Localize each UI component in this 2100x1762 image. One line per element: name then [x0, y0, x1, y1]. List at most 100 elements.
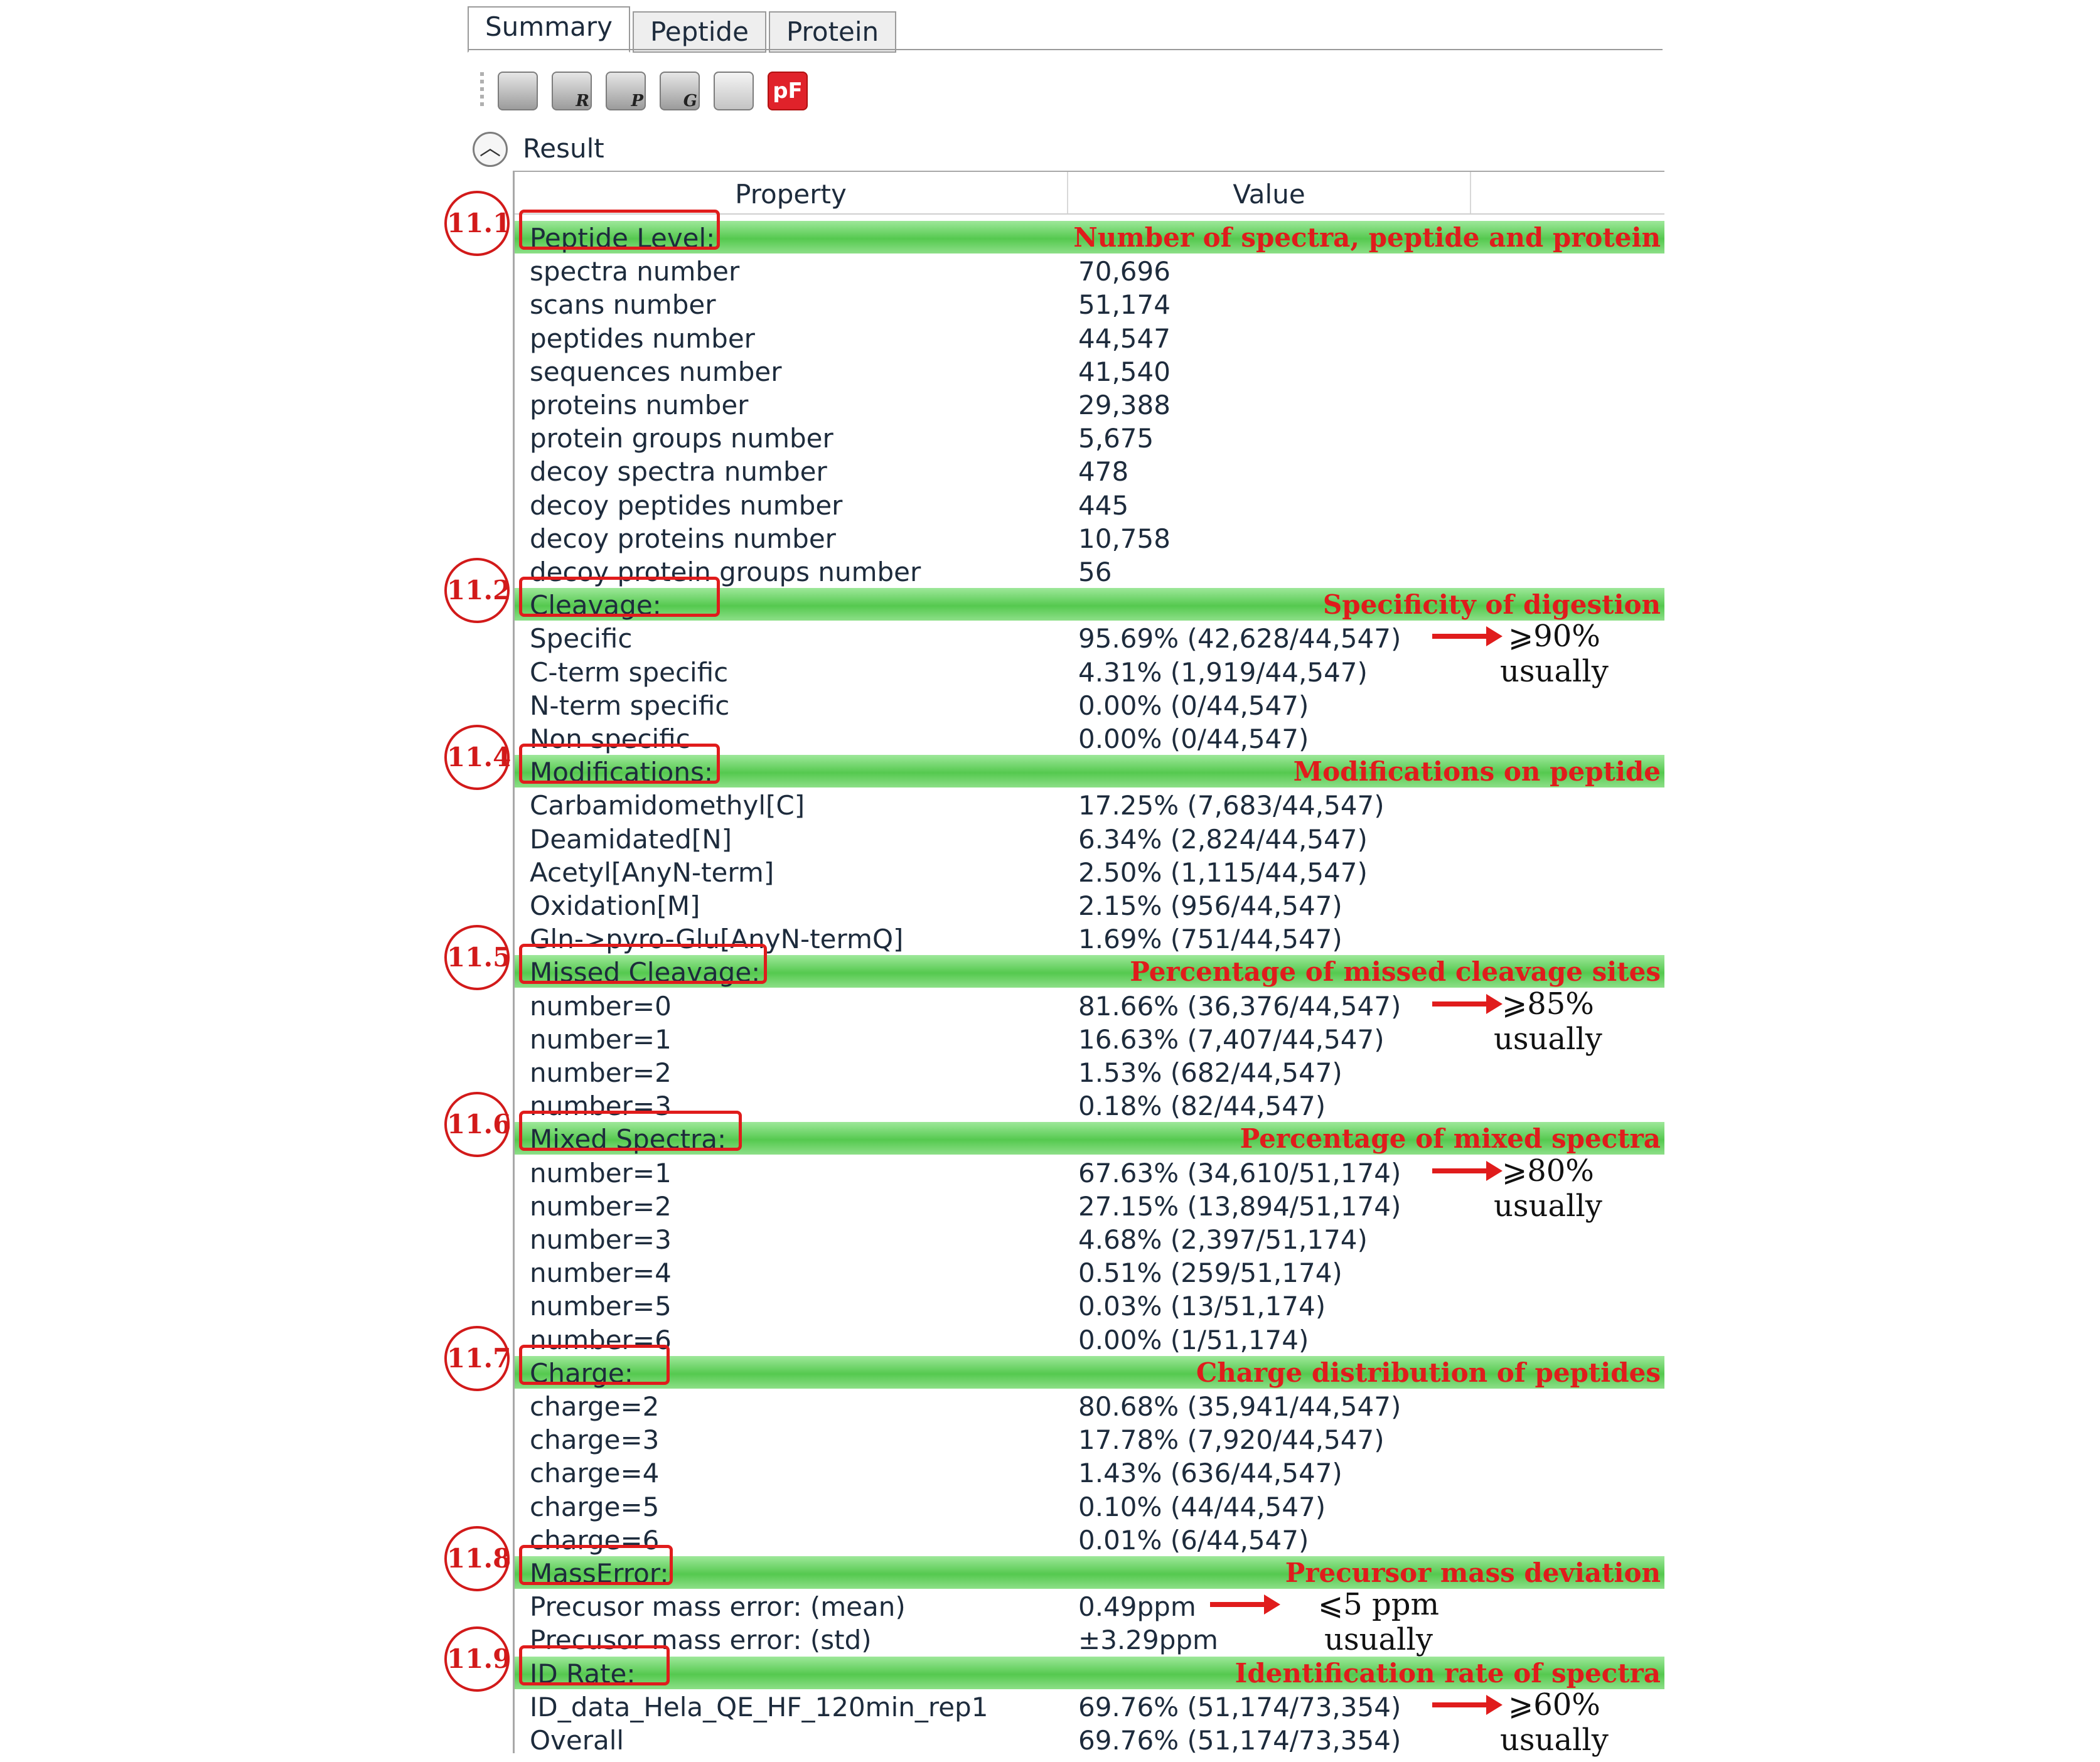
tab-summary[interactable]: Summary: [468, 6, 630, 53]
table-row[interactable]: sequences number 41,540: [515, 355, 1664, 387]
arrow-right-icon: [1432, 1694, 1503, 1715]
tab-protein[interactable]: Protein: [768, 11, 897, 53]
property-cell: charge=5: [530, 1491, 660, 1522]
property-cell: Precusor mass error: (mean): [530, 1591, 906, 1623]
print-report-badge: R: [576, 92, 589, 110]
toolbar-grip-icon[interactable]: [480, 72, 484, 110]
property-cell: N-term specific: [530, 690, 730, 721]
property-cell: number=0: [530, 990, 672, 1022]
section-number-badge: 11.1: [444, 191, 511, 256]
table-row[interactable]: charge=2 80.68% (35,941/44,547): [515, 1389, 1664, 1422]
table-row[interactable]: charge=6 0.01% (6/44,547): [515, 1523, 1664, 1556]
table-row[interactable]: Precusor mass error: (std) ±3.29ppm: [515, 1623, 1664, 1655]
value-cell: 478: [1078, 456, 1129, 488]
section-number-badge: 11.8: [444, 1526, 511, 1591]
arrow-right-icon: [1432, 1160, 1503, 1181]
property-cell: number=2: [530, 1190, 672, 1222]
table-row[interactable]: Carbamidomethyl[C] 17.25% (7,683/44,547): [515, 788, 1664, 821]
threshold-hint: ⩾80% usually: [1494, 1153, 1602, 1224]
value-cell: 0.01% (6/44,547): [1078, 1524, 1309, 1556]
print-peptide-badge: P: [631, 92, 643, 110]
property-cell: Carbamidomethyl[C]: [530, 790, 805, 821]
table-row[interactable]: N-term specific 0.00% (0/44,547): [515, 688, 1664, 721]
section-annotation: Precursor mass deviation: [1285, 1557, 1661, 1588]
property-cell: number=4: [530, 1257, 672, 1289]
section-highlight-box: [519, 1344, 670, 1385]
table-row[interactable]: decoy proteins number 10,758: [515, 521, 1664, 554]
value-cell: 0.03% (13/51,174): [1078, 1291, 1326, 1322]
threshold-value: ⩾85%: [1502, 986, 1594, 1022]
table-row[interactable]: number=5 0.03% (13/51,174): [515, 1289, 1664, 1322]
value-cell: 29,388: [1078, 390, 1171, 420]
section-header-row[interactable]: ID Rate: Identification rate of spectra: [515, 1656, 1664, 1689]
section-annotation: Percentage of mixed spectra: [1240, 1123, 1661, 1155]
value-cell: 1.69% (751/44,547): [1078, 924, 1342, 955]
threshold-qualifier: usually: [1494, 1188, 1602, 1224]
value-cell: 0.00% (0/44,547): [1078, 723, 1309, 754]
section-number-badge: 11.4: [444, 725, 511, 791]
table-row[interactable]: C-term specific 4.31% (1,919/44,547): [515, 655, 1664, 688]
table-row[interactable]: Deamidated[N] 6.34% (2,824/44,547): [515, 822, 1664, 855]
value-cell: 1.43% (636/44,547): [1078, 1458, 1342, 1489]
section-highlight-box: [519, 210, 720, 250]
column-header-property[interactable]: Property: [515, 172, 1068, 213]
table-row[interactable]: scans number 51,174: [515, 287, 1664, 320]
pfind-logo-icon[interactable]: pF: [768, 72, 808, 110]
arrow-right-icon: [1432, 993, 1503, 1014]
value-cell: 16.63% (7,407/44,547): [1078, 1023, 1385, 1055]
table-row[interactable]: Overall 69.76% (51,174/73,354): [515, 1723, 1664, 1756]
section-annotation: Modifications on peptide: [1293, 756, 1661, 788]
table-row[interactable]: number=1 16.63% (7,407/44,547): [515, 1022, 1664, 1055]
column-header-value[interactable]: Value: [1068, 172, 1471, 213]
property-cell: number=1: [530, 1023, 672, 1055]
property-cell: ID_data_Hela_QE_HF_120min_rep1: [530, 1691, 988, 1722]
table-row[interactable]: charge=3 17.78% (7,920/44,547): [515, 1423, 1664, 1455]
value-cell: 0.00% (0/44,547): [1078, 690, 1309, 721]
value-cell: 27.15% (13,894/51,174): [1078, 1190, 1401, 1222]
table-row[interactable]: proteins number 29,388: [515, 388, 1664, 420]
threshold-hint: ⩾85% usually: [1494, 986, 1602, 1057]
table-row[interactable]: Acetyl[AnyN-term] 2.50% (1,115/44,547): [515, 855, 1664, 888]
value-cell: 41,540: [1078, 356, 1171, 387]
threshold-value: ⩾80%: [1502, 1153, 1594, 1188]
tab-bar: Summary Peptide Protein: [468, 6, 899, 53]
value-cell: 95.69% (42,628/44,547): [1078, 623, 1401, 654]
section-highlight-box: [519, 1645, 670, 1685]
value-cell: 0.00% (1/51,174): [1078, 1324, 1309, 1355]
table-row[interactable]: charge=5 0.10% (44/44,547): [515, 1490, 1664, 1522]
table-row[interactable]: number=6 0.00% (1/51,174): [515, 1323, 1664, 1355]
tab-peptide[interactable]: Peptide: [632, 11, 766, 53]
property-cell: spectra number: [530, 256, 740, 287]
printer-icon[interactable]: [498, 72, 538, 110]
value-cell: 6.34% (2,824/44,547): [1078, 823, 1368, 855]
threshold-qualifier: usually: [1500, 654, 1609, 690]
table-header: Property Value: [515, 172, 1664, 215]
email-icon[interactable]: [714, 72, 754, 110]
threshold-qualifier: usually: [1500, 1722, 1609, 1758]
print-report-icon[interactable]: R: [552, 72, 592, 110]
table-row[interactable]: number=3 4.68% (2,397/51,174): [515, 1222, 1664, 1255]
table-row[interactable]: Precusor mass error: (mean) 0.49ppm: [515, 1589, 1664, 1622]
table-row[interactable]: charge=4 1.43% (636/44,547): [515, 1456, 1664, 1488]
section-header-row[interactable]: MassError: Precursor mass deviation: [515, 1556, 1664, 1589]
section-header-row[interactable]: Charge: Charge distribution of peptides: [515, 1355, 1664, 1389]
value-cell: 67.63% (34,610/51,174): [1078, 1157, 1401, 1188]
property-cell: proteins number: [530, 390, 749, 420]
threshold-value: ⩽5 ppm: [1318, 1587, 1439, 1623]
table-row[interactable]: Oxidation[M] 2.15% (956/44,547): [515, 889, 1664, 921]
table-row[interactable]: peptides number 44,547: [515, 321, 1664, 354]
table-row[interactable]: decoy peptides number 445: [515, 488, 1664, 521]
property-cell: number=3: [530, 1224, 672, 1255]
table-row[interactable]: number=2 27.15% (13,894/51,174): [515, 1189, 1664, 1222]
table-row[interactable]: protein groups number 5,675: [515, 421, 1664, 454]
table-row[interactable]: number=4 0.51% (259/51,174): [515, 1256, 1664, 1288]
print-peptide-icon[interactable]: P: [606, 72, 646, 110]
section-annotation: Number of spectra, peptide and protein: [1073, 222, 1661, 253]
collapse-chevron-up-icon[interactable]: ︿: [473, 132, 508, 167]
table-row[interactable]: decoy spectra number 478: [515, 454, 1664, 487]
print-group-icon[interactable]: G: [660, 72, 700, 110]
value-cell: 0.10% (44/44,547): [1078, 1491, 1326, 1522]
value-cell: 0.49ppm: [1078, 1591, 1196, 1623]
table-row[interactable]: spectra number 70,696: [515, 254, 1664, 287]
table-row[interactable]: number=2 1.53% (682/44,547): [515, 1055, 1664, 1088]
